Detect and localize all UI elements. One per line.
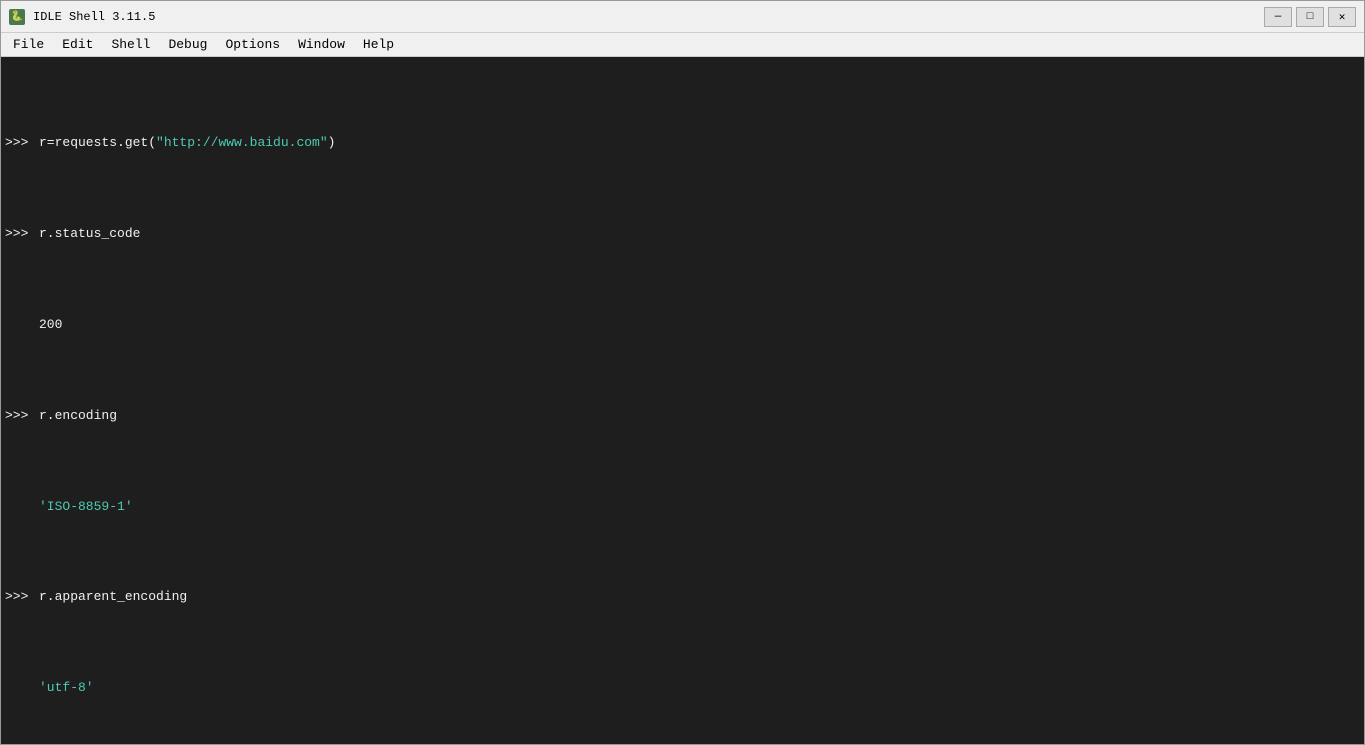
prompt-5: [5, 498, 35, 516]
shell-line-3: 200: [1, 316, 1364, 334]
code-line-4: r.encoding: [39, 407, 1360, 425]
shell-output[interactable]: >>> r=requests.get("http://www.baidu.com…: [1, 61, 1364, 740]
prompt-2: >>>: [5, 225, 35, 243]
main-window: 🐍 IDLE Shell 3.11.5 — □ ✕ File Edit Shel…: [0, 0, 1365, 745]
menu-edit[interactable]: Edit: [54, 35, 101, 54]
menu-shell[interactable]: Shell: [103, 35, 158, 54]
shell-line-1: >>> r=requests.get("http://www.baidu.com…: [1, 134, 1364, 152]
menu-debug[interactable]: Debug: [160, 35, 215, 54]
minimize-button[interactable]: —: [1264, 7, 1292, 27]
title-bar: 🐍 IDLE Shell 3.11.5 — □ ✕: [1, 1, 1364, 33]
prompt-6: >>>: [5, 588, 35, 606]
prompt-4: >>>: [5, 407, 35, 425]
menu-help[interactable]: Help: [355, 35, 402, 54]
maximize-button[interactable]: □: [1296, 7, 1324, 27]
code-line-1: r=requests.get("http://www.baidu.com"): [39, 134, 1360, 152]
shell-line-6: >>> r.apparent_encoding: [1, 588, 1364, 606]
menu-options[interactable]: Options: [217, 35, 288, 54]
output-apparent-encoding: 'utf-8': [39, 679, 1360, 697]
prompt-3: [5, 316, 35, 334]
prompt-7: [5, 679, 35, 697]
window-controls: — □ ✕: [1264, 7, 1356, 27]
close-button[interactable]: ✕: [1328, 7, 1356, 27]
output-encoding: 'ISO-8859-1': [39, 498, 1360, 516]
menu-file[interactable]: File: [5, 35, 52, 54]
shell-line-4: >>> r.encoding: [1, 407, 1364, 425]
output-200: 200: [39, 316, 1360, 334]
code-line-6: r.apparent_encoding: [39, 588, 1360, 606]
code-line-2: r.status_code: [39, 225, 1360, 243]
app-icon: 🐍: [9, 9, 25, 25]
menu-bar: File Edit Shell Debug Options Window Hel…: [1, 33, 1364, 57]
title-bar-left: 🐍 IDLE Shell 3.11.5: [9, 9, 155, 25]
shell-line-5: 'ISO-8859-1': [1, 498, 1364, 516]
window-title: IDLE Shell 3.11.5: [33, 10, 155, 24]
prompt-1: >>>: [5, 134, 35, 152]
shell-line-2: >>> r.status_code: [1, 225, 1364, 243]
shell-line-7: 'utf-8': [1, 679, 1364, 697]
menu-window[interactable]: Window: [290, 35, 353, 54]
shell-content-area[interactable]: >>> r=requests.get("http://www.baidu.com…: [1, 57, 1364, 744]
